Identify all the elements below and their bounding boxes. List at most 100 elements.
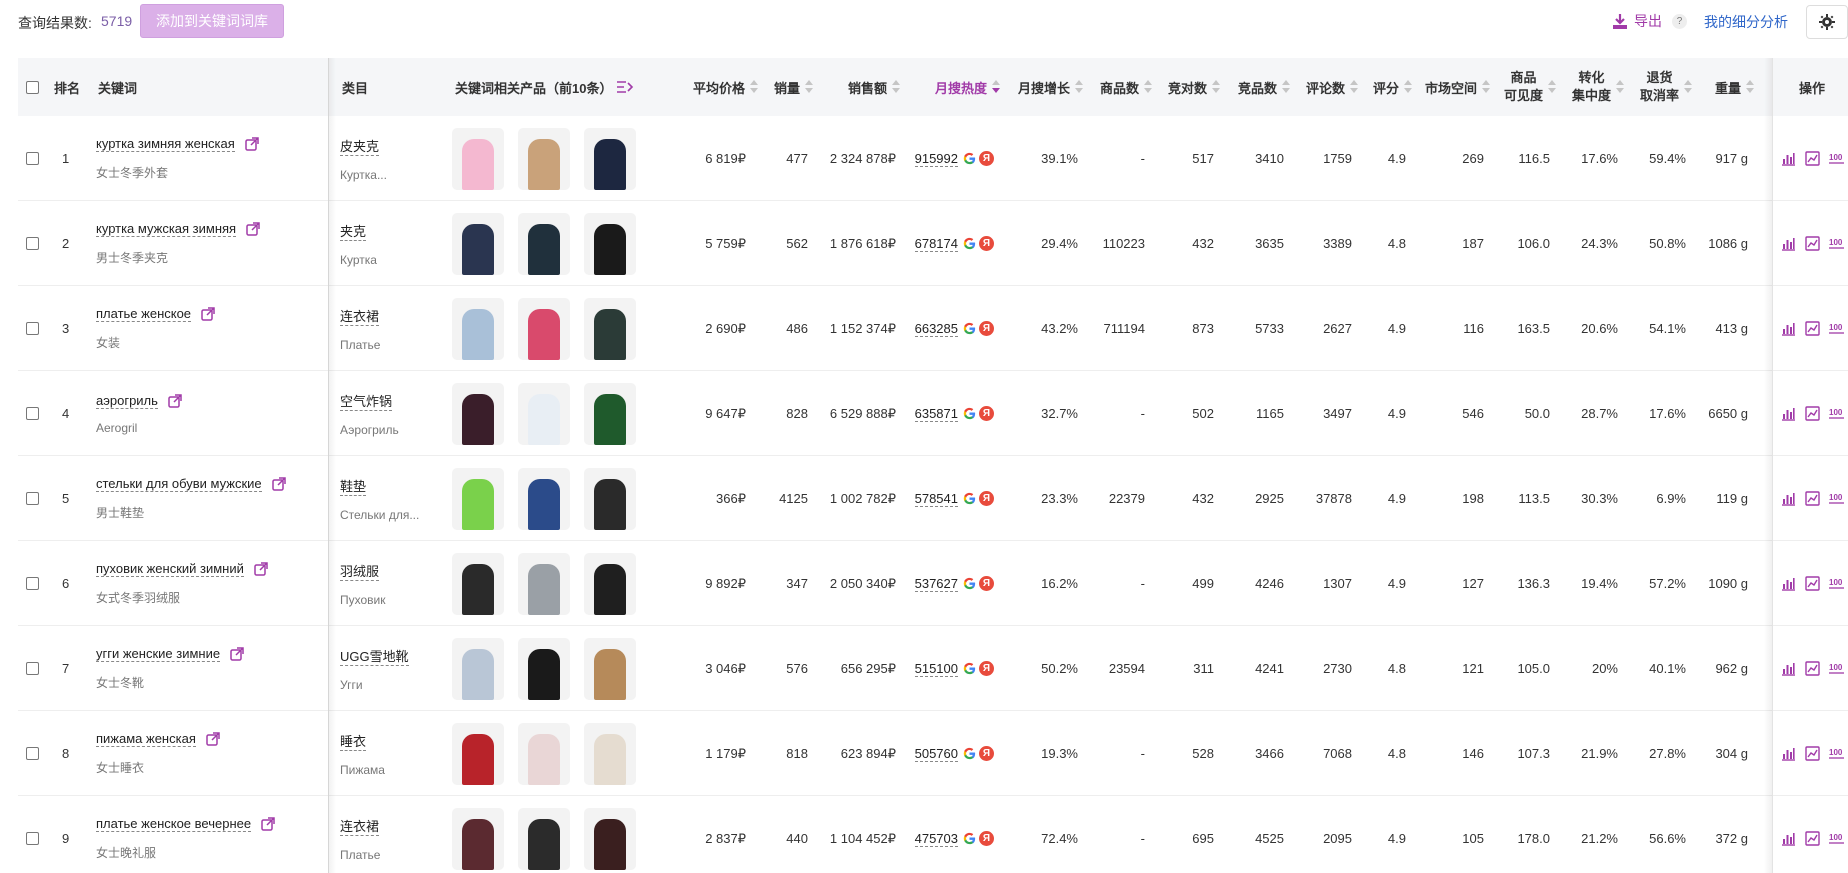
header-conversion[interactable]: 转化 集中度 <box>1554 58 1624 116</box>
row-checkbox[interactable] <box>26 286 46 371</box>
yandex-icon[interactable]: Я <box>979 406 994 421</box>
header-market-space[interactable]: 市场空间 <box>1398 58 1490 116</box>
my-analysis-link[interactable]: 我的细分分析 <box>1704 12 1788 32</box>
header-return-rate[interactable]: 退货 取消率 <box>1622 58 1692 116</box>
product-thumbnail[interactable] <box>452 637 504 700</box>
header-avg-price[interactable]: 平均价格 <box>658 58 758 116</box>
external-link-icon[interactable] <box>271 477 286 491</box>
google-icon[interactable] <box>962 321 977 336</box>
google-icon[interactable] <box>962 406 977 421</box>
sort-desc-icon[interactable] <box>992 80 1000 94</box>
keyword-link[interactable]: куртка зимняя женская <box>96 136 235 152</box>
category-link[interactable]: 皮夹克 <box>340 136 380 156</box>
google-icon[interactable] <box>962 151 977 166</box>
product-thumbnail[interactable] <box>452 297 504 360</box>
checkbox[interactable] <box>26 80 39 94</box>
product-thumbnail[interactable] <box>452 807 504 870</box>
select-all-checkbox[interactable] <box>26 58 46 116</box>
monthly-search-value[interactable]: 678174 <box>914 236 958 252</box>
product-thumbnail[interactable] <box>452 467 504 530</box>
checkbox[interactable] <box>26 662 39 675</box>
product-thumbnail[interactable] <box>518 722 570 785</box>
yandex-icon[interactable]: Я <box>979 236 994 251</box>
external-link-icon[interactable] <box>245 137 259 151</box>
keyword-link[interactable]: пуховик женский зимний <box>96 561 244 577</box>
keyword-link[interactable]: угги женские зимние <box>96 646 221 662</box>
keyword-link[interactable]: стельки для обуви мужские <box>96 476 262 492</box>
monthly-search-value[interactable]: 515100 <box>914 661 958 677</box>
trend-analysis-icon[interactable] <box>1804 491 1820 506</box>
top-100-icon[interactable]: 100 <box>1828 151 1844 166</box>
top-100-icon[interactable]: 100 <box>1828 321 1844 336</box>
bar-chart-icon[interactable] <box>1781 831 1796 846</box>
product-thumbnail[interactable] <box>452 382 504 445</box>
product-thumbnail[interactable] <box>452 552 504 615</box>
add-to-keyword-library-button[interactable]: 添加到关键词词库 <box>140 4 284 38</box>
checkbox[interactable] <box>26 322 39 335</box>
trend-analysis-icon[interactable] <box>1804 151 1820 166</box>
checkbox[interactable] <box>26 152 39 165</box>
header-monthly-growth[interactable]: 月搜增长 <box>1003 58 1083 116</box>
checkbox[interactable] <box>26 407 39 420</box>
product-thumbnail[interactable] <box>584 722 636 785</box>
header-revenue[interactable]: 销售额 <box>818 58 900 116</box>
header-sales[interactable]: 销量 <box>753 58 813 116</box>
category-link[interactable]: 羽绒服 <box>340 561 380 581</box>
keyword-link[interactable]: пижама женская <box>96 731 196 747</box>
external-link-icon[interactable] <box>230 647 244 661</box>
yandex-icon[interactable]: Я <box>979 661 994 676</box>
monthly-search-value[interactable]: 915992 <box>914 151 958 167</box>
settings-button[interactable] <box>1806 5 1848 39</box>
trend-analysis-icon[interactable] <box>1804 236 1820 251</box>
product-thumbnail[interactable] <box>518 127 570 190</box>
bar-chart-icon[interactable] <box>1781 151 1796 166</box>
google-icon[interactable] <box>962 661 977 676</box>
google-icon[interactable] <box>962 236 977 251</box>
top-100-icon[interactable]: 100 <box>1828 491 1844 506</box>
yandex-icon[interactable]: Я <box>979 491 994 506</box>
yandex-icon[interactable]: Я <box>979 151 994 166</box>
yandex-icon[interactable]: Я <box>979 831 994 846</box>
sort-icon[interactable] <box>1746 80 1754 94</box>
checkbox[interactable] <box>26 747 39 760</box>
external-link-icon[interactable] <box>254 562 268 576</box>
product-thumbnail[interactable] <box>584 297 636 360</box>
category-link[interactable]: 连衣裙 <box>340 816 380 836</box>
trend-analysis-icon[interactable] <box>1804 661 1820 676</box>
external-link-icon[interactable] <box>261 817 275 831</box>
keyword-link[interactable]: аэрогриль <box>96 393 158 409</box>
category-link[interactable]: 睡衣 <box>340 731 367 751</box>
row-checkbox[interactable] <box>26 201 46 286</box>
category-link[interactable]: 空气炸锅 <box>340 391 393 411</box>
category-link[interactable]: 夹克 <box>340 221 367 241</box>
checkbox[interactable] <box>26 492 39 505</box>
bar-chart-icon[interactable] <box>1781 576 1796 591</box>
bar-chart-icon[interactable] <box>1781 661 1796 676</box>
header-product-count[interactable]: 商品数 <box>1078 58 1152 116</box>
external-link-icon[interactable] <box>168 393 182 408</box>
trend-analysis-icon[interactable] <box>1804 321 1820 336</box>
row-checkbox[interactable] <box>26 626 46 711</box>
trend-analysis-icon[interactable] <box>1804 406 1820 421</box>
product-thumbnail[interactable] <box>518 467 570 530</box>
monthly-search-value[interactable]: 505760 <box>914 746 958 762</box>
row-checkbox[interactable] <box>26 116 46 201</box>
product-thumbnail[interactable] <box>584 467 636 530</box>
sort-icon[interactable] <box>805 80 813 94</box>
row-checkbox[interactable] <box>26 541 46 626</box>
header-visibility[interactable]: 商品 可见度 <box>1486 58 1556 116</box>
product-thumbnail[interactable] <box>518 382 570 445</box>
keyword-link[interactable]: платье женское вечернее <box>96 816 252 832</box>
sort-icon[interactable] <box>892 80 900 94</box>
product-thumbnail[interactable] <box>584 212 636 275</box>
product-thumbnail[interactable] <box>584 807 636 870</box>
google-icon[interactable] <box>962 831 977 846</box>
top-100-icon[interactable]: 100 <box>1828 746 1844 761</box>
product-thumbnail[interactable] <box>518 807 570 870</box>
checkbox[interactable] <box>26 832 39 845</box>
checkbox[interactable] <box>26 577 39 590</box>
product-thumbnail[interactable] <box>518 552 570 615</box>
bar-chart-icon[interactable] <box>1781 236 1796 251</box>
bar-chart-icon[interactable] <box>1781 321 1796 336</box>
header-monthly-search[interactable]: 月搜热度 <box>908 58 1000 116</box>
